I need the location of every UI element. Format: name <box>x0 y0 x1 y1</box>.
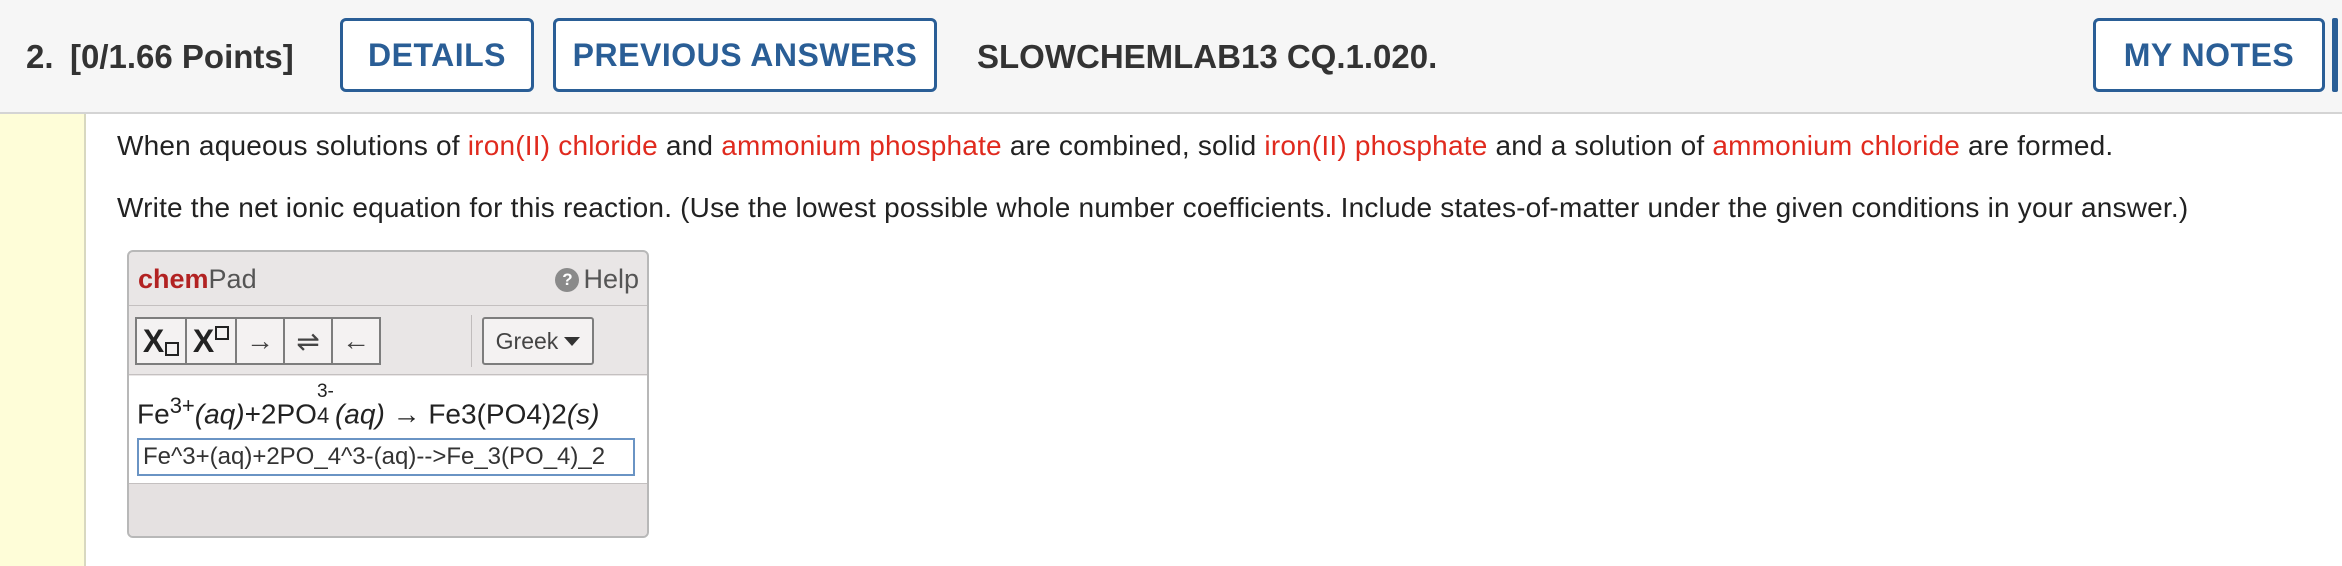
eq-state-aq: (aq) <box>194 398 245 430</box>
eq-arrow: → <box>384 398 429 430</box>
eq-phosphate-subscript: 4 <box>316 403 330 428</box>
previous-answers-button[interactable]: PREVIOUS ANSWERS <box>553 18 937 92</box>
chempad-logo-pad: Pad <box>208 264 257 294</box>
subscript-x: X <box>142 322 165 359</box>
eq-product: 4 <box>526 398 542 430</box>
chempad-footer <box>129 484 647 536</box>
eq-product: (PO <box>476 398 527 430</box>
prompt-text: and a solution of <box>1487 130 1713 161</box>
question-prompt: When aqueous solutions of iron(II) chlor… <box>117 130 2113 162</box>
product-2-name: ammonium chloride <box>1712 130 1961 161</box>
subscript-button[interactable]: X <box>135 317 187 365</box>
product-1-name: iron(II) phosphate <box>1264 130 1488 161</box>
question-gutter <box>0 114 86 566</box>
superscript-box-icon <box>215 326 230 340</box>
chempad-answer-area: Fe3+(aq)+2PO 3- 4 (aq) → Fe3(PO4)2(s) <box>129 376 647 484</box>
chempad-help-link[interactable]: ? Help <box>555 264 639 295</box>
chempad-titlebar: chemPad ? Help <box>129 252 647 306</box>
eq-phosphate-scripts: 3- 4 <box>317 381 335 428</box>
prompt-text: are combined, solid <box>1001 130 1265 161</box>
eq-fe: Fe <box>137 398 170 430</box>
greek-label: Greek <box>495 327 559 354</box>
subscript-box-icon <box>165 342 180 356</box>
toolbar-divider <box>471 315 472 367</box>
help-label: Help <box>583 264 639 294</box>
reactant-1-name: iron(II) chloride <box>467 130 658 161</box>
chempad-input[interactable] <box>137 438 635 476</box>
prompt-text: and <box>657 130 722 161</box>
prompt-text: are formed. <box>1960 130 2114 161</box>
my-notes-button[interactable]: MY NOTES <box>2093 18 2325 92</box>
reactant-2-name: ammonium phosphate <box>721 130 1002 161</box>
eq-product: ) <box>541 398 552 430</box>
backspace-button[interactable]: ← <box>331 317 381 365</box>
superscript-button[interactable]: X <box>185 317 237 365</box>
chempad-widget: chemPad ? Help X X → ⇌ ← Greek Fe3+(aq)+… <box>127 250 649 538</box>
superscript-x: X <box>192 322 215 359</box>
equilibrium-arrow-button[interactable]: ⇌ <box>283 317 333 365</box>
reaction-arrow-button[interactable]: → <box>235 317 285 365</box>
chevron-down-icon <box>564 336 581 346</box>
points-label: [0/1.66 Points] <box>70 38 294 75</box>
eq-state-s: (s) <box>566 398 600 430</box>
question-header: 2. [0/1.66 Points] DETAILS PREVIOUS ANSW… <box>0 0 2342 114</box>
rendered-equation: Fe3+(aq)+2PO 3- 4 (aq) → Fe3(PO4)2(s) <box>137 381 600 434</box>
help-icon: ? <box>555 267 580 292</box>
eq-phosphate: +2PO <box>244 398 317 430</box>
question-instruction: Write the net ionic equation for this re… <box>117 192 2189 223</box>
question-code: SLOWCHEMLAB13 CQ.1.020. <box>977 38 1438 75</box>
chempad-logo-chem: chem <box>138 264 209 294</box>
eq-product: Fe <box>428 398 462 430</box>
next-button-edge[interactable] <box>2332 18 2338 92</box>
chempad-tool-group: X X → ⇌ ← <box>135 317 381 365</box>
chempad-toolbar: X X → ⇌ ← Greek <box>129 307 647 375</box>
eq-product: 3 <box>461 398 477 430</box>
question-number: 2. <box>26 38 54 75</box>
details-button[interactable]: DETAILS <box>340 18 534 92</box>
greek-dropdown[interactable]: Greek <box>482 317 594 365</box>
eq-state-aq: (aq) <box>334 398 385 430</box>
prompt-text: When aqueous solutions of <box>117 130 468 161</box>
chempad-logo: chemPad <box>138 264 257 295</box>
eq-product: 2 <box>551 398 567 430</box>
eq-fe-charge: 3+ <box>169 393 195 418</box>
